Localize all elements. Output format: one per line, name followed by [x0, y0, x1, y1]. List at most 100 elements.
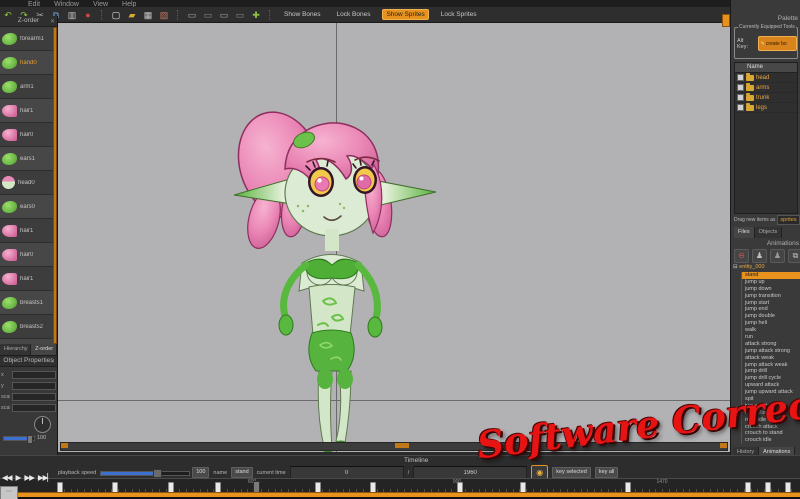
zorder-scrollbar[interactable]: [53, 27, 57, 344]
fast-forward-button[interactable]: ▶▶: [24, 473, 35, 482]
property-input-y[interactable]: [12, 381, 56, 390]
new-animation-icon[interactable]: ♟: [752, 249, 767, 263]
tab-z-order[interactable]: Z-order: [31, 344, 57, 355]
timeline-corner-handle[interactable]: ⋯: [0, 486, 18, 499]
zorder-item[interactable]: hair0: [0, 243, 53, 267]
animation-item[interactable]: jump drill cycle: [741, 375, 800, 383]
zorder-item[interactable]: ears1: [0, 147, 53, 171]
checkbox[interactable]: [737, 104, 744, 111]
zorder-item[interactable]: hair1: [0, 267, 53, 291]
export-image-icon[interactable]: ▧: [158, 9, 170, 21]
animation-item[interactable]: jump end: [741, 306, 800, 314]
zorder-item[interactable]: arm1: [0, 75, 53, 99]
animation-item[interactable]: jump up: [741, 278, 800, 286]
property-input-scale[interactable]: [12, 403, 56, 412]
record-icon[interactable]: ●: [82, 9, 94, 21]
menu-item-window[interactable]: Window: [54, 0, 79, 7]
playback-speed-slider[interactable]: [100, 469, 191, 478]
menu-item-view[interactable]: View: [93, 0, 108, 7]
animation-item[interactable]: walk: [741, 327, 800, 335]
delete-animation-icon[interactable]: ⊖: [734, 249, 749, 263]
tab-files[interactable]: Files: [734, 227, 755, 238]
close-icon[interactable]: ✕: [50, 357, 55, 367]
drag-new-items-dropdown[interactable]: sprites: [777, 215, 800, 225]
animation-item[interactable]: jump double: [741, 313, 800, 321]
show-bones-button[interactable]: Show Bones: [280, 9, 325, 20]
scroll-right-handle[interactable]: [720, 443, 727, 448]
animation-item[interactable]: attack strong: [741, 340, 800, 348]
playback-speed-value[interactable]: 100: [192, 467, 210, 478]
window-layout-icon-2[interactable]: ▭: [202, 9, 214, 21]
menu-item-edit[interactable]: Edit: [28, 0, 40, 7]
window-layout-icon-1[interactable]: ▭: [186, 9, 198, 21]
fullscreen-icon[interactable]: ✚: [250, 9, 262, 21]
animation-item[interactable]: jump drill: [741, 368, 800, 376]
skip-end-button[interactable]: ▶▶▏: [38, 473, 53, 482]
new-file-icon[interactable]: ▢: [110, 9, 122, 21]
window-layout-icon-3[interactable]: ▭: [218, 9, 230, 21]
hips: [308, 329, 355, 372]
animation-item[interactable]: jump transition: [741, 292, 800, 300]
zorder-item[interactable]: head0: [0, 171, 53, 195]
zorder-item[interactable]: ears0: [0, 195, 53, 219]
key-selected-button[interactable]: key selected: [552, 467, 591, 478]
entity-row[interactable]: ⊟ entity_000: [733, 264, 765, 270]
scroll-thumb[interactable]: [395, 443, 409, 448]
key-all-button[interactable]: key all: [594, 467, 619, 478]
animation-item[interactable]: jump heli: [741, 320, 800, 328]
zorder-item[interactable]: hair1: [0, 219, 53, 243]
checkbox[interactable]: [737, 84, 744, 91]
zorder-item[interactable]: breasts1: [0, 291, 53, 315]
zorder-item[interactable]: hair1: [0, 99, 53, 123]
animation-name-field[interactable]: stand: [231, 467, 253, 478]
animation-item[interactable]: attack weak: [741, 354, 800, 362]
create-bone-button[interactable]: ✎ create bo: [757, 36, 797, 51]
animation-item[interactable]: jump down: [741, 285, 800, 293]
checkbox[interactable]: [737, 94, 744, 101]
speed-knob[interactable]: [153, 469, 163, 478]
zorder-item[interactable]: hand0: [0, 51, 53, 75]
folder-row-arms[interactable]: arms: [735, 82, 797, 93]
property-input-scale[interactable]: [12, 392, 56, 401]
animation-item[interactable]: jump attack weak: [741, 361, 800, 369]
alpha-slider[interactable]: [3, 434, 35, 444]
rewind-button[interactable]: ◀◀: [2, 473, 13, 482]
lock-bones-button[interactable]: Lock Bones: [333, 9, 375, 20]
paste-icon[interactable]: ▥: [66, 9, 78, 21]
animation-item[interactable]: jump start: [741, 299, 800, 307]
zorder-item[interactable]: forearm1: [0, 27, 53, 51]
tab-hierarchy[interactable]: Hierarchy: [0, 344, 32, 355]
lock-sprites-button[interactable]: Lock Sprites: [437, 9, 481, 20]
panel-splitter-handle[interactable]: [722, 14, 730, 27]
angle-dial[interactable]: [34, 416, 51, 433]
animation-item[interactable]: jump attack strong: [741, 347, 800, 355]
save-icon[interactable]: ▦: [142, 9, 154, 21]
character-sprite[interactable]: [228, 103, 443, 452]
close-icon[interactable]: ✕: [50, 17, 55, 27]
scroll-left-handle[interactable]: [61, 443, 68, 448]
show-sprites-button[interactable]: Show Sprites: [382, 9, 429, 20]
alpha-slider-knob[interactable]: [27, 434, 33, 444]
menu-item-help[interactable]: Help: [122, 0, 136, 7]
folder-row-legs[interactable]: legs: [735, 102, 797, 113]
folder-row-trunk[interactable]: trunk: [735, 92, 797, 103]
canvas-workspace[interactable]: [58, 23, 730, 452]
duplicate-animation-icon[interactable]: ♟: [770, 249, 785, 263]
play-button[interactable]: ▶: [16, 473, 22, 482]
checkbox[interactable]: [737, 74, 744, 81]
object-properties-title[interactable]: Object Properties ✕: [0, 356, 57, 367]
animation-item[interactable]: run: [741, 334, 800, 341]
animation-item[interactable]: stand: [741, 272, 800, 279]
zorder-item[interactable]: hair0: [0, 123, 53, 147]
zorder-item[interactable]: breasts2: [0, 315, 53, 339]
folder-row-head[interactable]: head: [735, 72, 797, 83]
zorder-panel-title[interactable]: Z-order ✕: [0, 16, 57, 27]
timeline-ruler[interactable]: 6009001470: [0, 478, 800, 494]
window-layout-icon-4[interactable]: ▭: [234, 9, 246, 21]
property-input-x[interactable]: [12, 370, 56, 379]
tab-objects[interactable]: Objects: [754, 227, 783, 238]
open-folder-icon[interactable]: ▰: [126, 9, 138, 21]
copy-animation-icon[interactable]: ⧉: [788, 249, 800, 263]
tree-expander-icon[interactable]: ⊟: [733, 264, 738, 270]
animation-item[interactable]: crouch idle: [741, 437, 800, 444]
